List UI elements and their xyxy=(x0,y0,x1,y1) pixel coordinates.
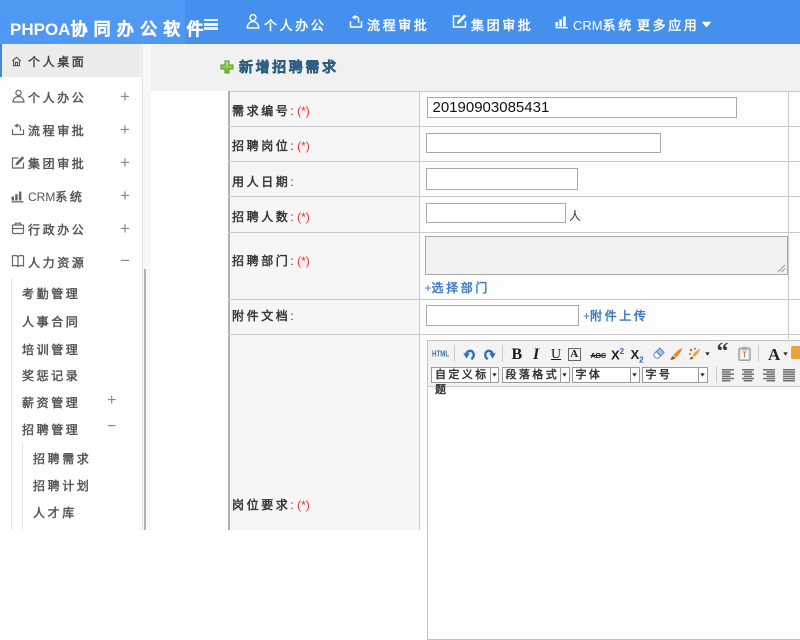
svg-text:T: T xyxy=(742,351,747,360)
